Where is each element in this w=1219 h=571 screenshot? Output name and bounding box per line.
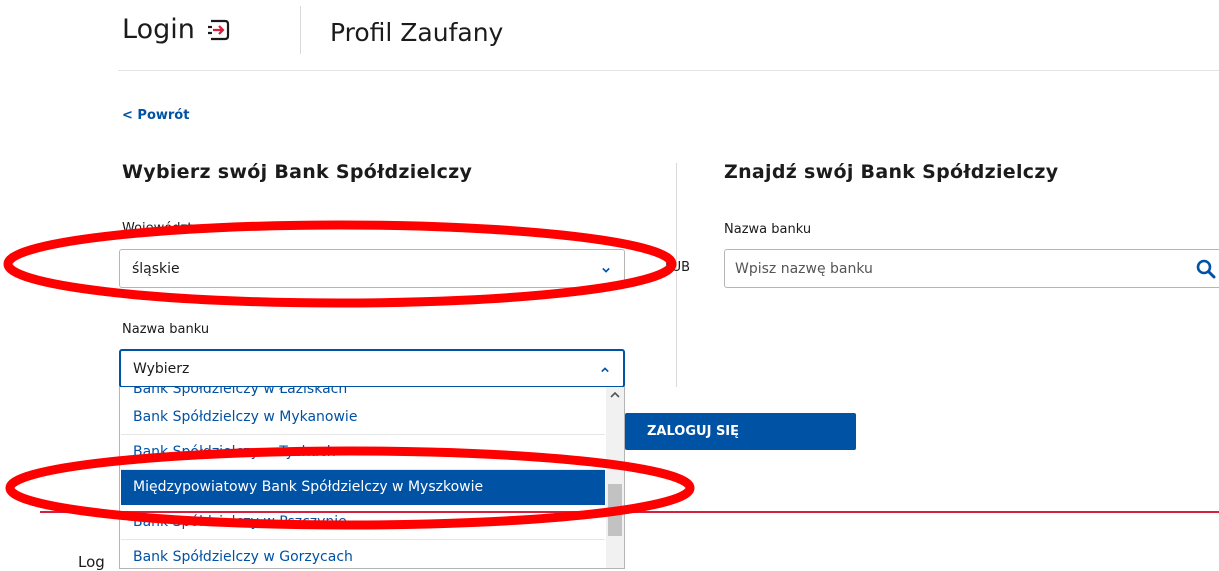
- bank-name-label: Nazwa banku: [122, 322, 210, 337]
- header-subtitle: Profil Zaufany: [330, 18, 504, 47]
- dropdown-scrollbar[interactable]: [606, 387, 624, 568]
- dropdown-item-label: Bank Spółdzielczy w Gorzycach: [133, 549, 353, 565]
- brand-logo[interactable]: Login: [122, 14, 233, 45]
- dropdown-item[interactable]: Bank Spółdzielczy w Gorzycach: [121, 540, 605, 568]
- bank-search-input[interactable]: [724, 249, 1219, 288]
- chevron-up-icon: [601, 366, 609, 372]
- back-link[interactable]: < Powrót: [122, 108, 189, 123]
- dropdown-item-label: Bank Spółdzielczy w Mykanowie: [133, 409, 358, 425]
- search-icon[interactable]: [1196, 259, 1216, 279]
- search-bank-label: Nazwa banku: [724, 222, 812, 237]
- or-separator: LUB: [665, 260, 691, 275]
- dropdown-item[interactable]: Bank Spółdzielczy w Mykanowie: [121, 400, 605, 435]
- bank-dropdown-list[interactable]: Bank Spółdzielczy w Łaziskach Bank Spółd…: [119, 387, 625, 569]
- bank-name-value: Wybierz: [133, 360, 190, 377]
- dropdown-item-selected[interactable]: Międzypowiatowy Bank Spółdzielczy w Mysz…: [121, 470, 605, 505]
- chevron-down-icon: [602, 267, 610, 273]
- brand-text: Login: [122, 14, 195, 45]
- footer-text: Log: [78, 553, 105, 571]
- header-rule: [118, 70, 1219, 71]
- dropdown-item-label: Międzypowiatowy Bank Spółdzielczy w Mysz…: [133, 479, 484, 495]
- left-panel-heading: Wybierz swój Bank Spółdzielczy: [122, 161, 473, 183]
- voivodeship-select[interactable]: śląskie: [119, 249, 625, 288]
- voivodeship-label: Województwo: [122, 221, 212, 236]
- panel-divider: [676, 163, 677, 387]
- bank-name-select[interactable]: Wybierz: [119, 349, 625, 388]
- dropdown-item-label: Bank Spółdzielczy w Pszczynie: [133, 514, 347, 530]
- dropdown-item-label: Bank Spółdzielczy w Łaziskach: [133, 387, 348, 397]
- login-arrow-icon: [207, 19, 229, 40]
- dropdown-item-label: Bank Spółdzielczy w Tychach: [133, 444, 336, 460]
- login-button[interactable]: ZALOGUJ SIĘ: [625, 413, 856, 450]
- scrollbar-thumb[interactable]: [608, 484, 622, 536]
- page-header: Login Profil Zaufany: [0, 0, 1219, 71]
- voivodeship-value: śląskie: [132, 260, 180, 277]
- scroll-up-arrow-icon[interactable]: [606, 389, 624, 401]
- right-panel-heading: Znajdź swój Bank Spółdzielczy: [724, 161, 1059, 183]
- header-divider: [300, 6, 301, 54]
- dropdown-item[interactable]: Bank Spółdzielczy w Tychach: [121, 435, 605, 470]
- footer-red-rule: [40, 511, 1219, 513]
